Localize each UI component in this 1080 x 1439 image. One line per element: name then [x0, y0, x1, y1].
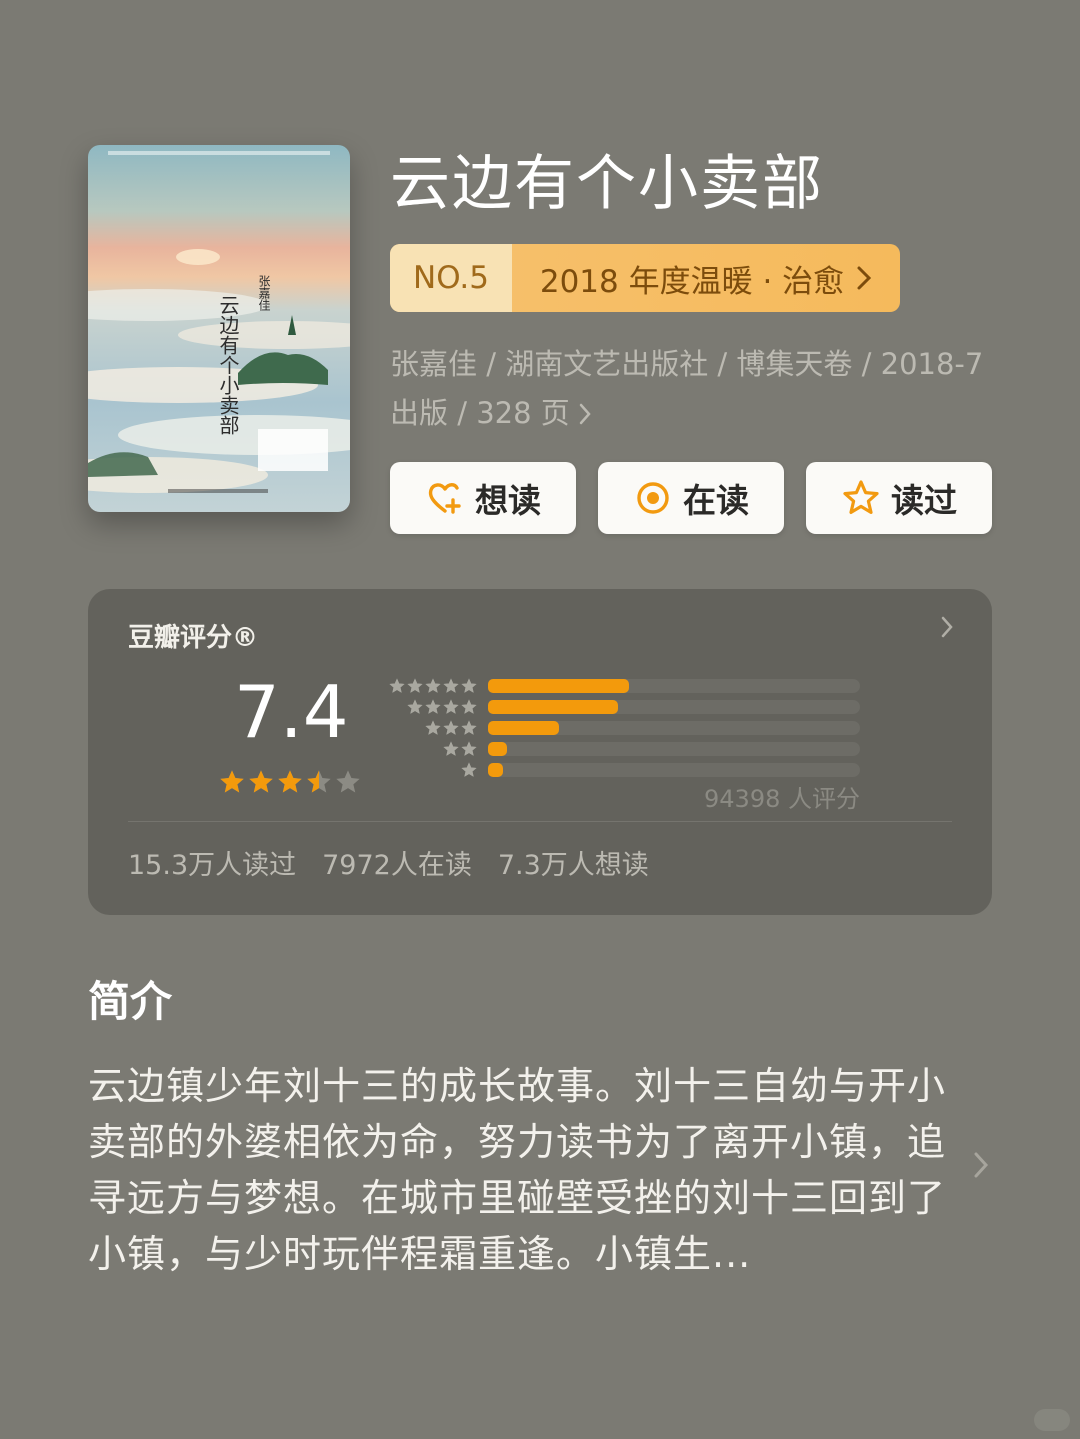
action-buttons: 想读 在读 读过 — [390, 462, 992, 534]
small-star-icon — [443, 678, 459, 693]
small-star-icon — [443, 699, 459, 714]
stat-reading: 7972人在读 — [322, 850, 472, 881]
want-to-read-button[interactable]: 想读 — [390, 462, 576, 534]
have-read-label: 读过 — [891, 481, 957, 520]
rating-card-title: 豆瓣评分® — [128, 623, 259, 653]
distribution-bar — [488, 742, 507, 756]
cover-author-text: 张嘉佳 — [257, 275, 271, 311]
rank-list-label: 2018 年度温暖 · 治愈 — [539, 263, 845, 300]
have-read-button[interactable]: 读过 — [806, 462, 992, 534]
star-outline-icon — [841, 478, 881, 518]
reader-stats: 15.3万人读过 7972人在读 7.3万人想读 — [128, 843, 649, 882]
distribution-row — [384, 718, 984, 739]
distribution-bar — [488, 700, 619, 714]
small-star-icon — [407, 678, 423, 693]
chevron-right-icon — [579, 403, 591, 424]
small-star-icon — [461, 720, 477, 735]
rating-stars — [218, 768, 362, 796]
distribution-stars — [388, 677, 478, 695]
stat-want: 7.3万人想读 — [497, 850, 649, 881]
small-star-icon — [461, 741, 477, 756]
small-star-icon — [389, 678, 405, 693]
rank-banner[interactable]: NO.5 2018 年度温暖 · 治愈 — [390, 244, 900, 312]
distribution-row — [384, 739, 984, 760]
book-meta[interactable]: 张嘉佳 / 湖南文艺出版社 / 博集天卷 / 2018-7 出版 / 328 页 — [390, 340, 990, 438]
rating-star-icon — [336, 770, 360, 793]
intro-text[interactable]: 云边镇少年刘十三的成长故事。刘十三自幼与开小卖部的外婆相依为命，努力读书为了离开… — [88, 1058, 948, 1282]
chevron-right-icon — [857, 266, 872, 290]
rank-number: NO.5 — [390, 244, 512, 312]
meta-line-1: 张嘉佳 / 湖南文艺出版社 / 博集天卷 / 2018-7 — [390, 347, 984, 381]
distribution-track — [488, 763, 860, 777]
meta-line-2: 出版 / 328 页 — [390, 396, 570, 430]
book-title: 云边有个小卖部 — [390, 149, 824, 219]
watermark — [1034, 1409, 1070, 1431]
rating-star-icon — [278, 770, 302, 793]
reading-button[interactable]: 在读 — [598, 462, 784, 534]
rank-list: 2018 年度温暖 · 治愈 — [512, 244, 900, 312]
small-star-icon — [443, 741, 459, 756]
rating-distribution — [384, 676, 984, 781]
chevron-right-icon[interactable] — [972, 1150, 990, 1180]
small-star-icon — [461, 678, 477, 693]
rating-star-icon — [249, 770, 273, 793]
rating-star-icon — [220, 770, 244, 793]
want-to-read-label: 想读 — [475, 481, 541, 520]
distribution-bar — [488, 721, 559, 735]
meta-line-2-row: 出版 / 328 页 — [390, 389, 990, 438]
small-star-icon — [425, 720, 441, 735]
distribution-stars — [442, 740, 478, 758]
distribution-row — [384, 697, 984, 718]
small-star-icon — [461, 762, 477, 777]
distribution-stars — [460, 761, 478, 779]
small-star-icon — [407, 699, 423, 714]
distribution-bar — [488, 679, 630, 693]
distribution-bar — [488, 763, 503, 777]
small-star-icon — [425, 678, 441, 693]
reading-target-icon — [633, 478, 673, 518]
rating-star-icon — [307, 770, 331, 793]
heart-plus-icon — [425, 478, 465, 518]
cover-title-text: 云边有个小卖部 — [216, 295, 240, 435]
book-cover-art: 云边有个小卖部 张嘉佳 — [88, 145, 350, 512]
intro-heading: 简介 — [88, 977, 173, 1026]
distribution-row — [384, 760, 984, 781]
rating-card[interactable]: 豆瓣评分® 7.4 94398 人评分 15.3万人读过 7972人在读 7.3… — [88, 589, 992, 915]
distribution-stars — [424, 719, 478, 737]
rating-score: 7.4 — [234, 670, 349, 754]
small-star-icon — [425, 699, 441, 714]
small-star-icon — [461, 699, 477, 714]
divider — [128, 821, 952, 822]
book-cover[interactable]: 云边有个小卖部 张嘉佳 — [88, 145, 350, 512]
small-star-icon — [443, 720, 459, 735]
chevron-right-icon[interactable] — [940, 615, 954, 639]
reading-label: 在读 — [683, 481, 749, 520]
distribution-track — [488, 742, 860, 756]
distribution-row — [384, 676, 984, 697]
distribution-stars — [406, 698, 478, 716]
rating-count: 94398 人评分 — [704, 785, 860, 813]
stat-read: 15.3万人读过 — [128, 850, 297, 881]
